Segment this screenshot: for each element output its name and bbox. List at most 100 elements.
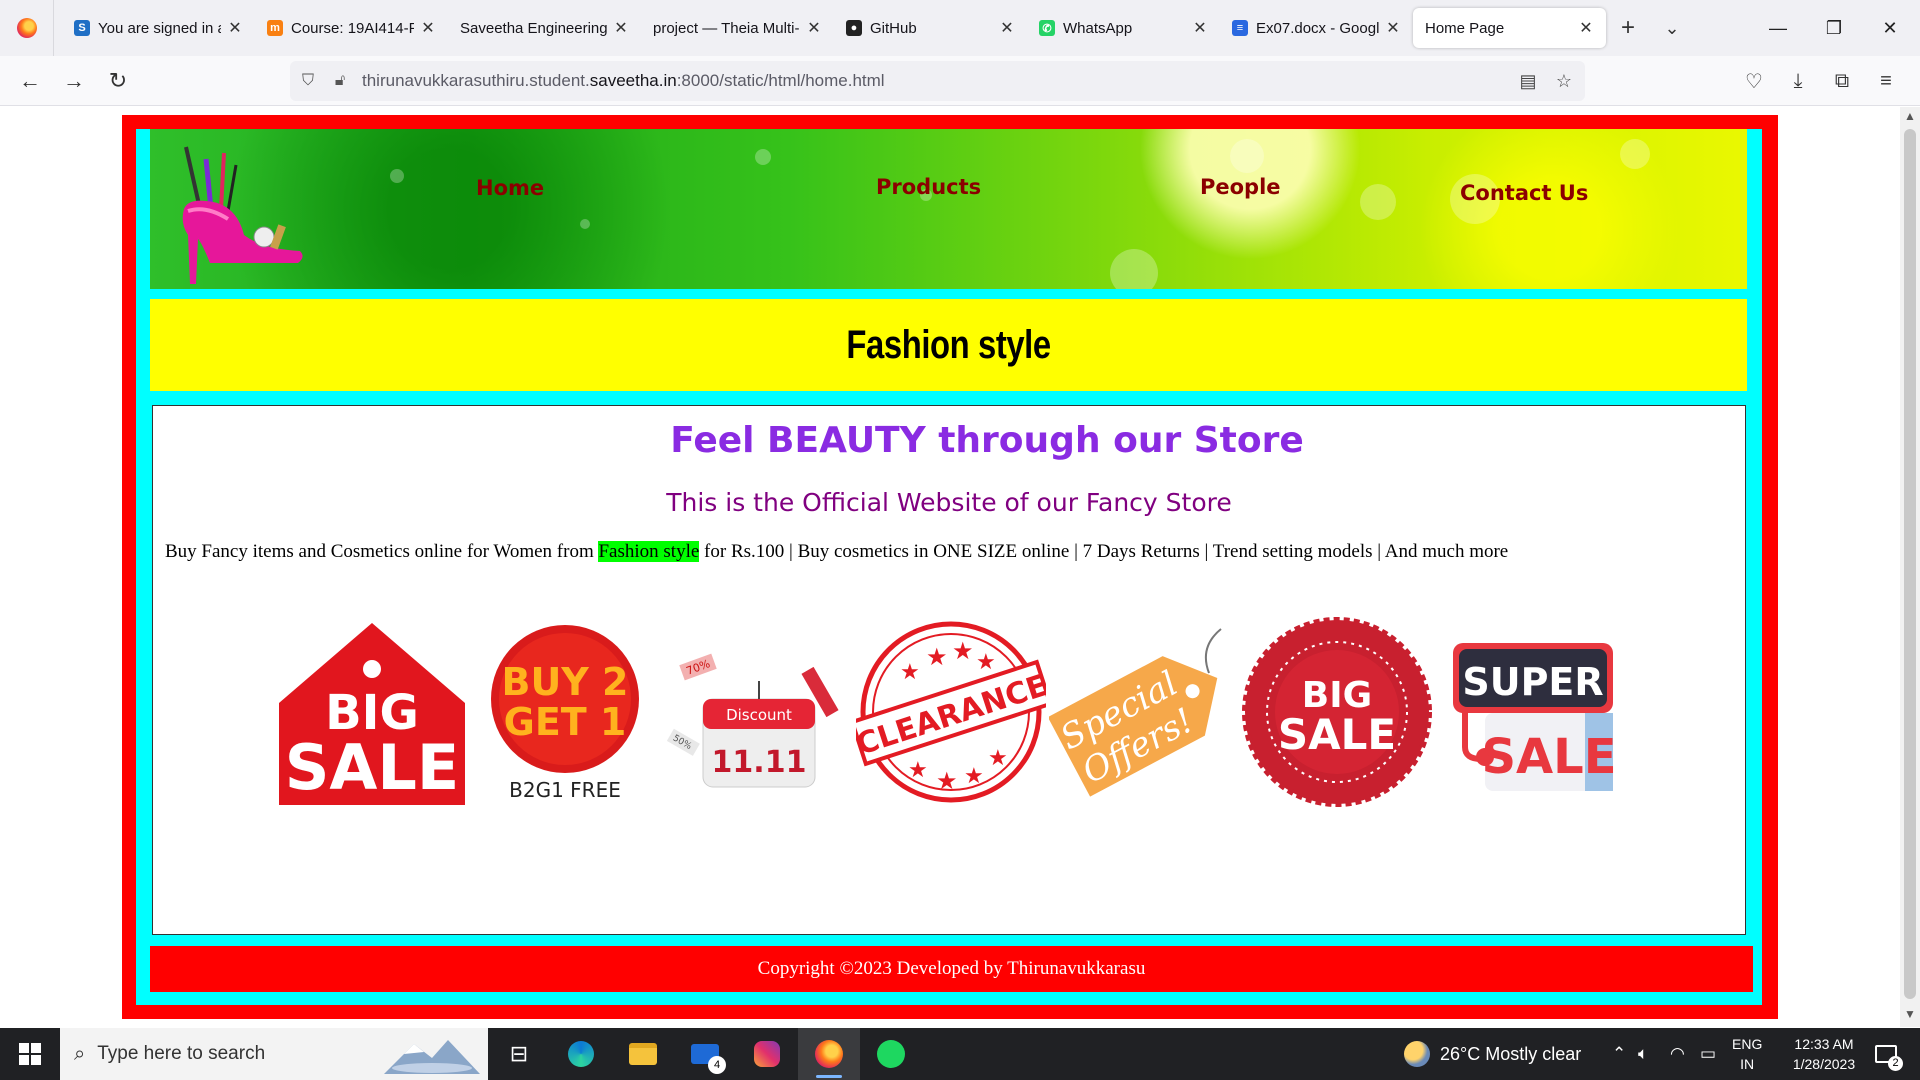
nav-link-people[interactable]: People [1200,175,1281,199]
svg-text:SALE: SALE [1277,710,1395,759]
copyright-text: Copyright ©2023 Developed by Thirunavukk… [757,958,1146,979]
intro-text-after: for Rs.100 | Buy cosmetics in ONE SIZE o… [699,541,1509,562]
show-hidden-icons[interactable]: ⌃ [1612,1028,1626,1080]
browser-tab[interactable]: Home Page ✕ [1413,8,1606,48]
language-indicator[interactable]: ENG IN [1732,1028,1762,1080]
close-window-button[interactable]: ✕ [1862,0,1918,56]
github-icon: ● [846,20,862,36]
big-sale-tag-badge: BIG SALE [275,612,468,812]
restore-button[interactable]: ❐ [1806,0,1862,56]
buy2-get1-badge: BUY 2 GET 1 B2G1 FREE [468,612,661,812]
svg-text:SALE: SALE [1481,729,1616,785]
weather-widget[interactable]: 26°C Mostly clear [1404,1028,1581,1080]
nav-link-products[interactable]: Products [876,175,981,199]
spotify-icon[interactable] [860,1028,922,1080]
new-tab-button[interactable]: + [1606,8,1650,48]
page-frame: Home Products People Contact Us Fashion … [122,115,1778,1019]
minimize-button[interactable]: — [1750,0,1806,56]
browser-tab[interactable]: ≡ Ex07.docx - Google ✕ [1220,8,1413,48]
svg-text:BUY 2: BUY 2 [501,660,628,704]
reader-view-icon[interactable]: ▤ [1510,61,1546,101]
search-highlight-icon [384,1040,480,1074]
browser-tab[interactable]: S You are signed in a ✕ [62,8,255,48]
wifi-icon[interactable]: ◠ [1670,1028,1685,1080]
close-tab-icon[interactable]: ✕ [227,18,243,38]
url-prefix: thirunavukkarasuthiru.student. [362,71,590,90]
tab-title: project — Theia Multi- [653,19,800,37]
special-offers-tag-badge: Special Offers! [1047,612,1240,812]
pocket-icon[interactable]: ♡ [1732,59,1776,103]
mail-badge: 4 [708,1056,726,1074]
clearance-stamp-badge: ★ ★ ★ ★ ★ ★ ★ ★ CLEARANCE [854,612,1047,812]
notification-center-icon[interactable]: 2 [1866,1028,1906,1080]
close-tab-icon[interactable]: ✕ [999,18,1015,38]
tab-title: Saveetha Engineering C [460,19,607,37]
content-box: Feel BEAUTY through our Store This is th… [152,405,1746,935]
notification-badge: 2 [1888,1056,1903,1071]
scroll-thumb[interactable] [1904,129,1916,999]
url-text[interactable]: thirunavukkarasuthiru.student.saveetha.i… [362,71,885,91]
forward-icon[interactable]: → [52,59,96,103]
browser-tab[interactable]: m Course: 19AI414-Fu ✕ [255,8,448,48]
scroll-down-icon[interactable]: ▼ [1900,1007,1920,1025]
intro-text-before: Buy Fancy items and Cosmetics online for… [165,541,599,562]
close-tab-icon[interactable]: ✕ [806,18,822,38]
browser-tab[interactable]: Saveetha Engineering C ✕ [448,8,641,48]
close-tab-icon[interactable]: ✕ [1578,18,1594,38]
discount-calendar-badge: 70% 50% Discount 11.11 [661,612,854,812]
tab-title: Home Page [1425,19,1505,37]
back-icon[interactable]: ← [8,59,52,103]
close-tab-icon[interactable]: ✕ [1385,18,1401,38]
windows-start-icon[interactable] [0,1028,60,1080]
reload-icon[interactable]: ↻ [96,59,140,103]
lang-bottom: IN [1740,1056,1755,1072]
site-title: Fashion style [846,322,1051,367]
clock-date: 1/28/2023 [1792,1056,1856,1072]
highlighted-brand: Fashion style [598,541,700,562]
mail-icon[interactable]: 4 [674,1028,736,1080]
battery-icon[interactable]: ▭ [1700,1028,1716,1080]
nav-link-home[interactable]: Home [476,176,544,200]
edge-browser-icon[interactable] [550,1028,612,1080]
page-footer: Copyright ©2023 Developed by Thirunavukk… [150,946,1753,992]
tab-strip: S You are signed in a ✕ m Course: 19AI414-Fu… [0,0,1920,56]
url-bar[interactable]: ⛉ 🔓︎ thirunavukkarasuthiru.student.savee… [290,61,1585,101]
close-tab-icon[interactable]: ✕ [1192,18,1208,38]
close-tab-icon[interactable]: ✕ [613,18,629,38]
downloads-icon[interactable]: ⤓ [1776,59,1820,103]
intro-paragraph: Buy Fancy items and Cosmetics online for… [165,541,1508,563]
file-explorer-icon[interactable] [612,1028,674,1080]
browser-tab[interactable]: ✆ WhatsApp ✕ [1027,8,1220,48]
tab-list: S You are signed in a ✕ m Course: 19AI414-Fu… [62,8,1606,48]
bookmark-star-icon[interactable]: ☆ [1546,61,1582,101]
firefox-taskbar-icon[interactable] [798,1028,860,1080]
svg-text:SALE: SALE [284,731,459,804]
svg-text:★: ★ [936,768,958,795]
taskbar-search-box[interactable]: ⌕ Type here to search [60,1028,488,1080]
clock[interactable]: 12:33 AM 1/28/2023 [1774,1028,1874,1080]
close-tab-icon[interactable]: ✕ [420,18,436,38]
instagram-icon[interactable] [736,1028,798,1080]
list-all-tabs-button[interactable]: ⌄ [1650,8,1694,48]
insecure-lock-icon[interactable]: 🔓︎ [326,72,354,90]
super-sale-badge: SUPER SALE [1433,612,1626,812]
svg-text:★: ★ [988,745,1008,770]
browser-tab[interactable]: ● GitHub ✕ [834,8,1027,48]
browser-tab[interactable]: project — Theia Multi- ✕ [641,8,834,48]
nav-link-contact[interactable]: Contact Us [1460,181,1588,205]
speaker-icon[interactable]: 🔈︎ [1638,1028,1648,1080]
svg-text:★: ★ [952,638,974,665]
svg-text:SUPER: SUPER [1462,660,1603,704]
high-heel-logo-icon [182,146,303,284]
scroll-up-icon[interactable]: ▲ [1900,109,1920,127]
shield-icon[interactable]: ⛉ [290,72,326,90]
svg-text:B2G1 FREE: B2G1 FREE [509,778,621,802]
hamburger-menu-icon[interactable]: ≡ [1864,59,1908,103]
svg-text:11.11: 11.11 [711,745,806,780]
firefox-menu-icon[interactable] [0,0,54,56]
task-view-icon[interactable]: ⊟ [488,1028,550,1080]
svg-text:Discount: Discount [726,706,792,724]
sub-heading: This is the Official Website of our Fanc… [666,488,1232,517]
page-scrollbar[interactable]: ▲ ▼ [1900,107,1920,1027]
extensions-icon[interactable]: ⧉ [1820,59,1864,103]
